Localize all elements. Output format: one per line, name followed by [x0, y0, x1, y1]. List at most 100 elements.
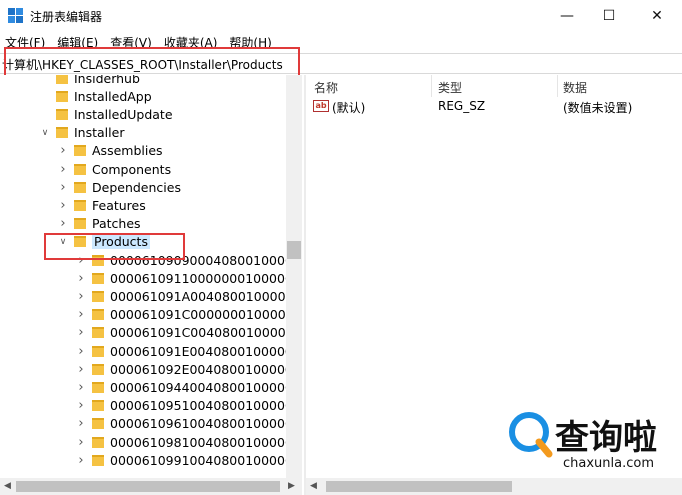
tree-item[interactable]: › 00006109110000000100000000 [76, 269, 302, 287]
folder-icon [74, 199, 86, 211]
value-data[interactable]: (数值未设置) [563, 99, 632, 116]
folder-icon [92, 400, 104, 412]
watermark-logo: 查询啦 chaxunla.com [505, 408, 680, 478]
tree-item[interactable]: › 000061092E004080010000000 [76, 360, 302, 378]
tree-item[interactable]: InstalledUpdate [40, 105, 173, 123]
value-type[interactable]: REG_SZ [438, 99, 485, 113]
tree-item[interactable]: › Assemblies [58, 142, 163, 160]
collapse-chevron-icon[interactable]: › [76, 416, 86, 431]
folder-icon [56, 108, 68, 120]
tree-item[interactable]: › Dependencies [58, 178, 181, 196]
expand-chevron-icon[interactable]: ∨ [40, 128, 50, 138]
folder-icon [92, 272, 104, 284]
tree-item[interactable]: ∨ Installer [40, 124, 125, 142]
tree-item[interactable]: › 000061091A004080010000000 [76, 287, 302, 305]
string-value-icon: ab [313, 100, 329, 112]
tree-scroll-thumb[interactable] [287, 241, 301, 259]
close-button[interactable]: ✕ [634, 0, 680, 32]
tree-vertical-scrollbar[interactable] [286, 75, 302, 478]
tree-item[interactable]: › Components [58, 160, 171, 178]
tree-item-label: 000061091A004080010000000 [110, 288, 302, 304]
tree-item[interactable]: › 000061091C004080010000000 [76, 324, 302, 342]
tree-item-label: 000061091C004080010000000 [110, 325, 302, 341]
folder-icon [74, 163, 86, 175]
tree-item-label: 0000610991004080010000000C [110, 452, 302, 468]
window-title: 注册表编辑器 [30, 10, 103, 24]
collapse-chevron-icon[interactable]: › [58, 143, 68, 158]
products-highlight-box [44, 233, 185, 260]
scroll-left-icon[interactable]: ◀ [4, 481, 11, 491]
folder-icon [56, 75, 68, 84]
folder-icon [56, 127, 68, 139]
maximize-button[interactable]: ☐ [586, 0, 632, 32]
folder-icon [92, 363, 104, 375]
tree-item-label: Installer [74, 125, 125, 141]
pane-splitter[interactable] [304, 75, 306, 495]
tree-item[interactable]: › 0000610991004080010000000C [76, 451, 302, 469]
scroll-right-icon[interactable]: ▶ [288, 481, 295, 491]
list-hscroll-thumb[interactable] [326, 481, 512, 492]
folder-icon [92, 436, 104, 448]
tree-item-label: 000061092E004080010000000 [110, 361, 302, 377]
tree-item[interactable]: › 00006109610040800100000000 [76, 415, 302, 433]
tree-item-label: 00006109110000000100000000 [110, 270, 302, 286]
title-bar: 注册表编辑器 — ☐ ✕ [0, 0, 682, 32]
collapse-chevron-icon[interactable]: › [76, 435, 86, 450]
collapse-chevron-icon[interactable]: › [58, 198, 68, 213]
tree-item[interactable]: Insiderhub [40, 75, 140, 87]
column-name-header[interactable]: 名称 [314, 79, 338, 96]
tree-item-label: Assemblies [92, 143, 163, 159]
registry-tree[interactable]: Insiderhub InstalledApp InstalledUpdate ∨ In… [0, 75, 302, 478]
collapse-chevron-icon[interactable]: › [76, 289, 86, 304]
column-type-header[interactable]: 类型 [438, 79, 462, 96]
column-data-header[interactable]: 数据 [563, 79, 587, 96]
collapse-chevron-icon[interactable]: › [76, 362, 86, 377]
folder-icon [92, 290, 104, 302]
collapse-chevron-icon[interactable]: › [58, 216, 68, 231]
registry-editor-icon [8, 8, 24, 24]
folder-icon [56, 90, 68, 102]
column-divider[interactable] [431, 75, 432, 97]
tree-item[interactable]: › 000061091C00000001000000 [76, 306, 302, 324]
folder-icon [92, 418, 104, 430]
tree-item-label: Patches [92, 216, 141, 232]
scroll-left-icon[interactable]: ◀ [310, 481, 317, 491]
tree-item-label: Insiderhub [74, 75, 140, 86]
tree-item[interactable]: › 00006109440040800100000000 [76, 378, 302, 396]
tree-item-label: 00006109440040800100000000 [110, 379, 302, 395]
tree-hscroll-thumb[interactable] [16, 481, 280, 492]
column-divider[interactable] [557, 75, 558, 97]
collapse-chevron-icon[interactable]: › [76, 325, 86, 340]
folder-icon [74, 218, 86, 230]
collapse-chevron-icon[interactable]: › [76, 453, 86, 468]
tree-item-label: Components [92, 161, 172, 177]
tree-item[interactable]: › 00006109810040800100000000 [76, 433, 302, 451]
tree-item-label: 00006109810040800100000000 [110, 434, 302, 450]
tree-item[interactable]: › Patches [58, 215, 141, 233]
folder-icon [92, 345, 104, 357]
watermark-url: chaxunla.com [563, 456, 654, 471]
folder-icon [92, 327, 104, 339]
value-name[interactable]: (默认) [332, 99, 365, 116]
collapse-chevron-icon[interactable]: › [76, 344, 86, 359]
collapse-chevron-icon[interactable]: › [76, 271, 86, 286]
tree-item-label: InstalledUpdate [74, 106, 173, 122]
tree-item[interactable]: InstalledApp [40, 87, 152, 105]
minimize-button[interactable]: — [544, 0, 590, 32]
folder-icon [92, 454, 104, 466]
folder-icon [92, 381, 104, 393]
collapse-chevron-icon[interactable]: › [76, 380, 86, 395]
collapse-chevron-icon[interactable]: › [76, 307, 86, 322]
collapse-chevron-icon[interactable]: › [58, 162, 68, 177]
collapse-chevron-icon[interactable]: › [76, 398, 86, 413]
tree-item[interactable]: › 000061091E004080010000000 [76, 342, 302, 360]
folder-icon [74, 181, 86, 193]
tree-item-label: 000061091C00000001000000 [110, 307, 302, 323]
list-header [306, 75, 682, 97]
collapse-chevron-icon[interactable]: › [58, 180, 68, 195]
tree-item-label: InstalledApp [74, 88, 152, 104]
tree-item[interactable]: › 00006109510040800100000000 [76, 397, 302, 415]
folder-icon [92, 309, 104, 321]
tree-item[interactable]: › Features [58, 196, 145, 214]
watermark-text: 查询啦 [555, 418, 657, 458]
